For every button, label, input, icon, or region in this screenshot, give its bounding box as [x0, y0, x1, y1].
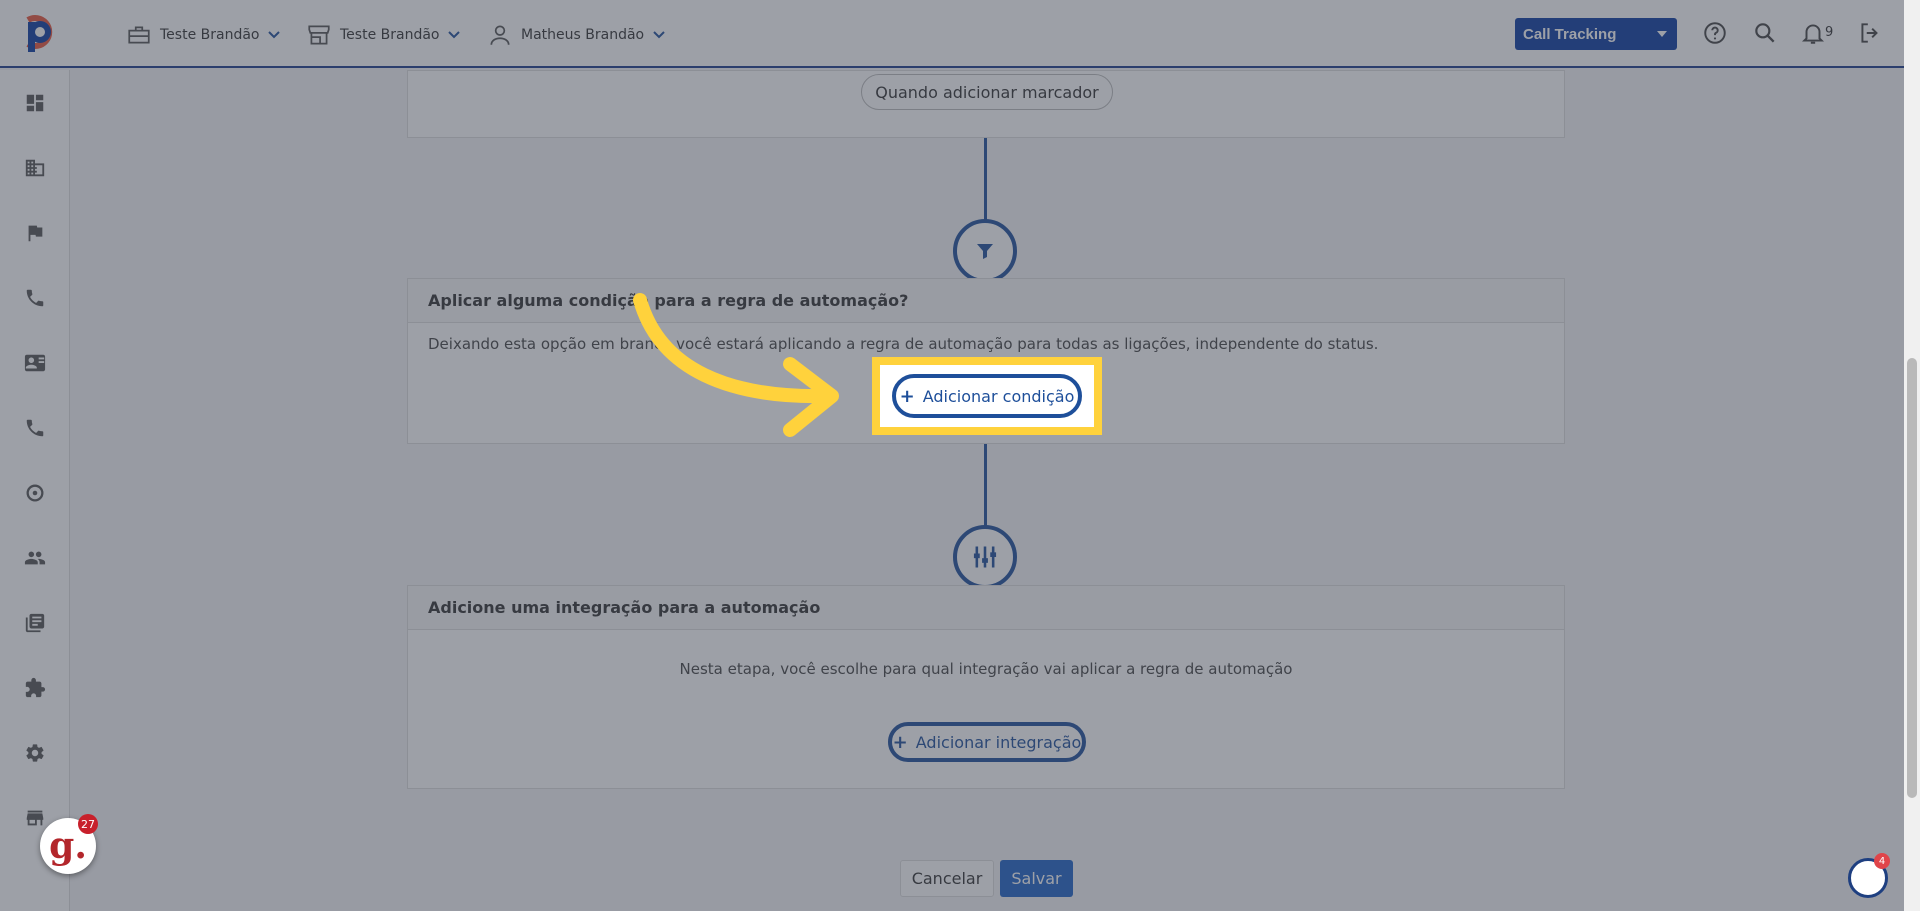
- plus-icon: +: [899, 385, 915, 407]
- add-condition-button[interactable]: + Adicionar condição: [892, 374, 1082, 418]
- add-condition-label: Adicionar condição: [922, 386, 1075, 406]
- scrollbar[interactable]: [1904, 0, 1920, 911]
- help-chat-count: 4: [1874, 853, 1890, 869]
- tutorial-arrow-icon: [633, 293, 839, 437]
- g-widget-count: 27: [78, 814, 98, 834]
- tutorial-highlight: + Adicionar condição: [872, 357, 1102, 435]
- tutorial-overlay: [0, 0, 1904, 911]
- scrollbar-thumb[interactable]: [1907, 358, 1917, 798]
